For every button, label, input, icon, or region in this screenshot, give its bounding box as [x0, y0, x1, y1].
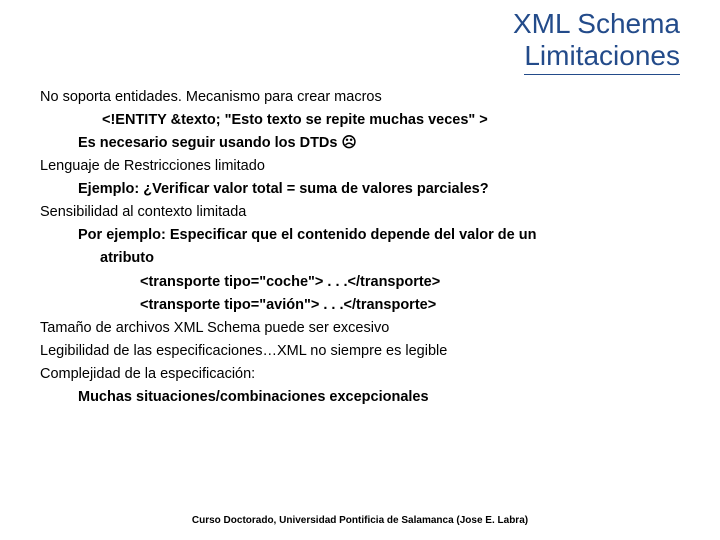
line-entity-example: <!ENTITY &texto; "Esto texto se repite m… — [102, 110, 700, 131]
line-restrictions: Lenguaje de Restricciones limitado — [40, 156, 700, 177]
line-no-entities: No soporta entidades. Mecanismo para cre… — [40, 87, 700, 108]
title-line-2: Limitaciones — [0, 40, 680, 75]
line-context: Sensibilidad al contexto limitada — [40, 202, 700, 223]
line-restrictions-example: Ejemplo: ¿Verificar valor total = suma d… — [78, 179, 700, 200]
slide-title: XML Schema Limitaciones — [0, 0, 720, 75]
line-dtd-needed: Es necesario seguir usando los DTDs ☹ — [78, 133, 700, 154]
slide-body: No soporta entidades. Mecanismo para cre… — [0, 75, 720, 407]
line-transporte-coche: <transporte tipo="coche"> . . .</transpo… — [140, 272, 700, 293]
slide-footer: Curso Doctorado, Universidad Pontificia … — [0, 515, 720, 526]
line-exceptional: Muchas situaciones/combinaciones excepci… — [78, 387, 700, 408]
line-context-example-b: atributo — [100, 248, 700, 269]
title-line-1: XML Schema — [0, 8, 680, 40]
line-complexity: Complejidad de la especificación: — [40, 364, 700, 385]
line-context-example-a: Por ejemplo: Especificar que el contenid… — [78, 225, 700, 246]
line-legibility: Legibilidad de las especificaciones…XML … — [40, 341, 700, 362]
line-size: Tamaño de archivos XML Schema puede ser … — [40, 318, 700, 339]
line-transporte-avion: <transporte tipo="avión"> . . .</transpo… — [140, 295, 700, 316]
